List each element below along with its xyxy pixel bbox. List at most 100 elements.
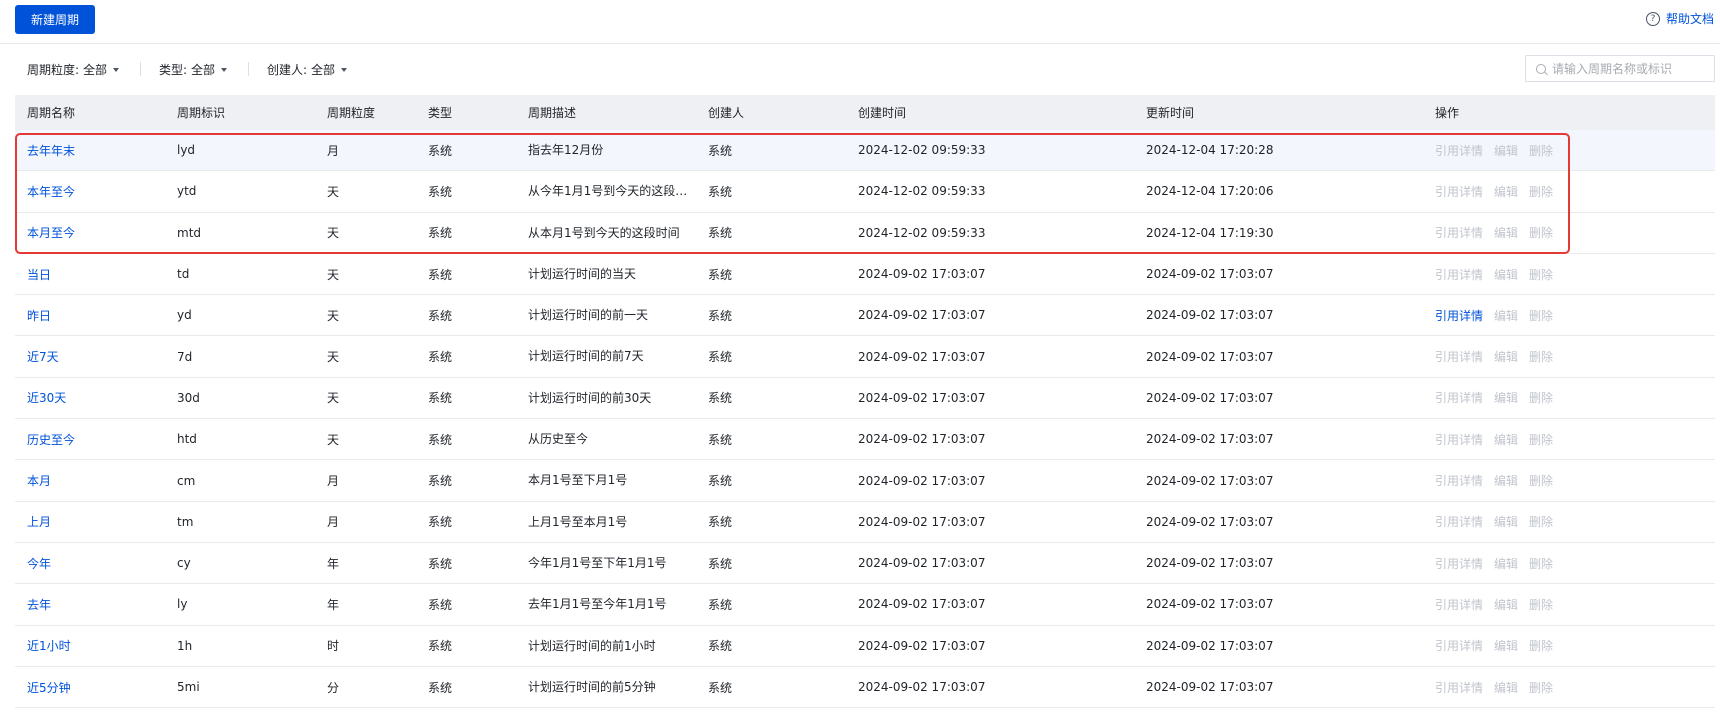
delete-button[interactable]: 删除 [1529,679,1553,696]
reference-details-button[interactable]: 引用详情 [1435,389,1483,406]
period-name-link[interactable]: 本月至今 [27,213,75,253]
period-created-time: 2024-12-02 09:59:33 [858,143,986,158]
edit-button[interactable]: 编辑 [1494,431,1518,448]
delete-button[interactable]: 删除 [1529,472,1553,489]
edit-button[interactable]: 编辑 [1494,266,1518,283]
edit-button[interactable]: 编辑 [1494,142,1518,159]
period-description: 计划运行时间的当天 [528,266,637,281]
period-name-link[interactable]: 本月 [27,460,51,500]
period-description: 从历史至今 [528,432,589,447]
delete-button[interactable]: 删除 [1529,266,1553,283]
help-icon: ? [1645,11,1660,26]
period-description: 计划运行时间的前30天 [528,390,652,405]
period-creator: 系统 [708,391,733,406]
column-header-actions: 操作 [1435,106,1460,120]
edit-button[interactable]: 编辑 [1494,348,1518,365]
delete-button[interactable]: 删除 [1529,596,1553,613]
period-name-link[interactable]: 今年 [27,543,51,583]
edit-button[interactable]: 编辑 [1494,679,1518,696]
period-description: 今年1月1号至下年1月1号 [528,555,667,570]
delete-button[interactable]: 删除 [1529,307,1553,324]
period-name-link[interactable]: 去年 [27,584,51,624]
reference-details-button[interactable]: 引用详情 [1435,513,1483,530]
delete-button[interactable]: 删除 [1529,637,1553,654]
period-created-time: 2024-09-02 17:03:07 [858,680,986,694]
reference-details-button[interactable]: 引用详情 [1435,224,1483,241]
period-creator: 系统 [708,474,733,489]
period-granularity: 天 [327,308,340,323]
filter-creator[interactable]: 创建人: 全部 [267,61,348,78]
table-row: 历史至今 htd 天 系统 从历史至今 系统 2024-09-02 17:03:07 2024… [15,419,1715,461]
period-updated-time: 2024-09-02 17:03:07 [1146,308,1274,323]
period-name-link[interactable]: 去年年末 [27,130,75,170]
help-docs-link[interactable]: ? 帮助文档 [1645,10,1714,27]
search-box[interactable] [1525,55,1715,82]
delete-button[interactable]: 删除 [1529,389,1553,406]
delete-button[interactable]: 删除 [1529,183,1553,200]
period-granularity: 分 [327,680,340,695]
delete-button[interactable]: 删除 [1529,513,1553,530]
delete-button[interactable]: 删除 [1529,142,1553,159]
period-creator: 系统 [708,680,733,695]
period-name-link[interactable]: 历史至今 [27,419,75,459]
delete-button[interactable]: 删除 [1529,348,1553,365]
delete-button[interactable]: 删除 [1529,555,1553,572]
row-actions: 引用详情 编辑 删除 [1435,460,1553,500]
period-name-link[interactable]: 近1小时 [27,626,71,666]
reference-details-button[interactable]: 引用详情 [1435,472,1483,489]
new-period-button[interactable]: 新建周期 [15,5,95,34]
period-created-time: 2024-09-02 17:03:07 [858,638,986,653]
edit-button[interactable]: 编辑 [1494,555,1518,572]
filter-type-value: 全部 [191,63,216,77]
reference-details-button[interactable]: 引用详情 [1435,431,1483,448]
table-row: 昨日 yd 天 系统 计划运行时间的前一天 系统 2024-09-02 17:03:07 20… [15,295,1715,337]
row-actions: 引用详情 编辑 删除 [1435,213,1553,253]
period-creator: 系统 [708,515,733,530]
reference-details-button[interactable]: 引用详情 [1435,142,1483,159]
period-code: cm [177,473,196,488]
filter-granularity[interactable]: 周期粒度: 全部 [27,61,120,78]
period-created-time: 2024-09-02 17:03:07 [858,390,986,405]
reference-details-button[interactable]: 引用详情 [1435,637,1483,654]
delete-button[interactable]: 删除 [1529,224,1553,241]
period-name-link[interactable]: 昨日 [27,295,51,335]
period-name-link[interactable]: 上月 [27,502,51,542]
period-name-link[interactable]: 当日 [27,254,51,294]
period-description: 去年1月1号至今年1月1号 [528,597,667,612]
reference-details-button[interactable]: 引用详情 [1435,266,1483,283]
divider [140,62,141,76]
period-name-link[interactable]: 近7天 [27,336,59,376]
period-name-link[interactable]: 本年至今 [27,171,75,211]
edit-button[interactable]: 编辑 [1494,307,1518,324]
period-code: mtd [177,225,202,240]
period-updated-time: 2024-09-02 17:03:07 [1146,390,1274,405]
period-name-link[interactable]: 近5分钟 [27,667,71,707]
reference-details-button[interactable]: 引用详情 [1435,183,1483,200]
edit-button[interactable]: 编辑 [1494,224,1518,241]
reference-details-button[interactable]: 引用详情 [1435,348,1483,365]
edit-button[interactable]: 编辑 [1494,472,1518,489]
row-actions: 引用详情 编辑 删除 [1435,171,1553,211]
filter-type[interactable]: 类型: 全部 [159,61,228,78]
period-description: 从今年1月1号到今天的这段时间 [528,184,688,199]
period-type: 系统 [428,639,453,654]
edit-button[interactable]: 编辑 [1494,596,1518,613]
edit-button[interactable]: 编辑 [1494,513,1518,530]
reference-details-button[interactable]: 引用详情 [1435,555,1483,572]
delete-button[interactable]: 删除 [1529,431,1553,448]
edit-button[interactable]: 编辑 [1494,637,1518,654]
reference-details-button[interactable]: 引用详情 [1435,679,1483,696]
period-name-link[interactable]: 近30天 [27,378,66,418]
search-input[interactable] [1552,61,1712,76]
table-row: 近30天 30d 天 系统 计划运行时间的前30天 系统 2024-09-02 17:03:… [15,378,1715,420]
edit-button[interactable]: 编辑 [1494,183,1518,200]
reference-details-button[interactable]: 引用详情 [1435,596,1483,613]
reference-details-button[interactable]: 引用详情 [1435,307,1483,324]
period-type: 系统 [428,432,453,447]
edit-button[interactable]: 编辑 [1494,389,1518,406]
period-description: 计划运行时间的前1小时 [528,638,656,653]
period-code: td [177,267,190,282]
period-granularity: 天 [327,432,340,447]
period-table: 周期名称 周期标识 周期粒度 类型 周期描述 创建人 创建时间 更新时间 操作 … [15,95,1715,709]
row-actions: 引用详情 编辑 删除 [1435,254,1553,294]
